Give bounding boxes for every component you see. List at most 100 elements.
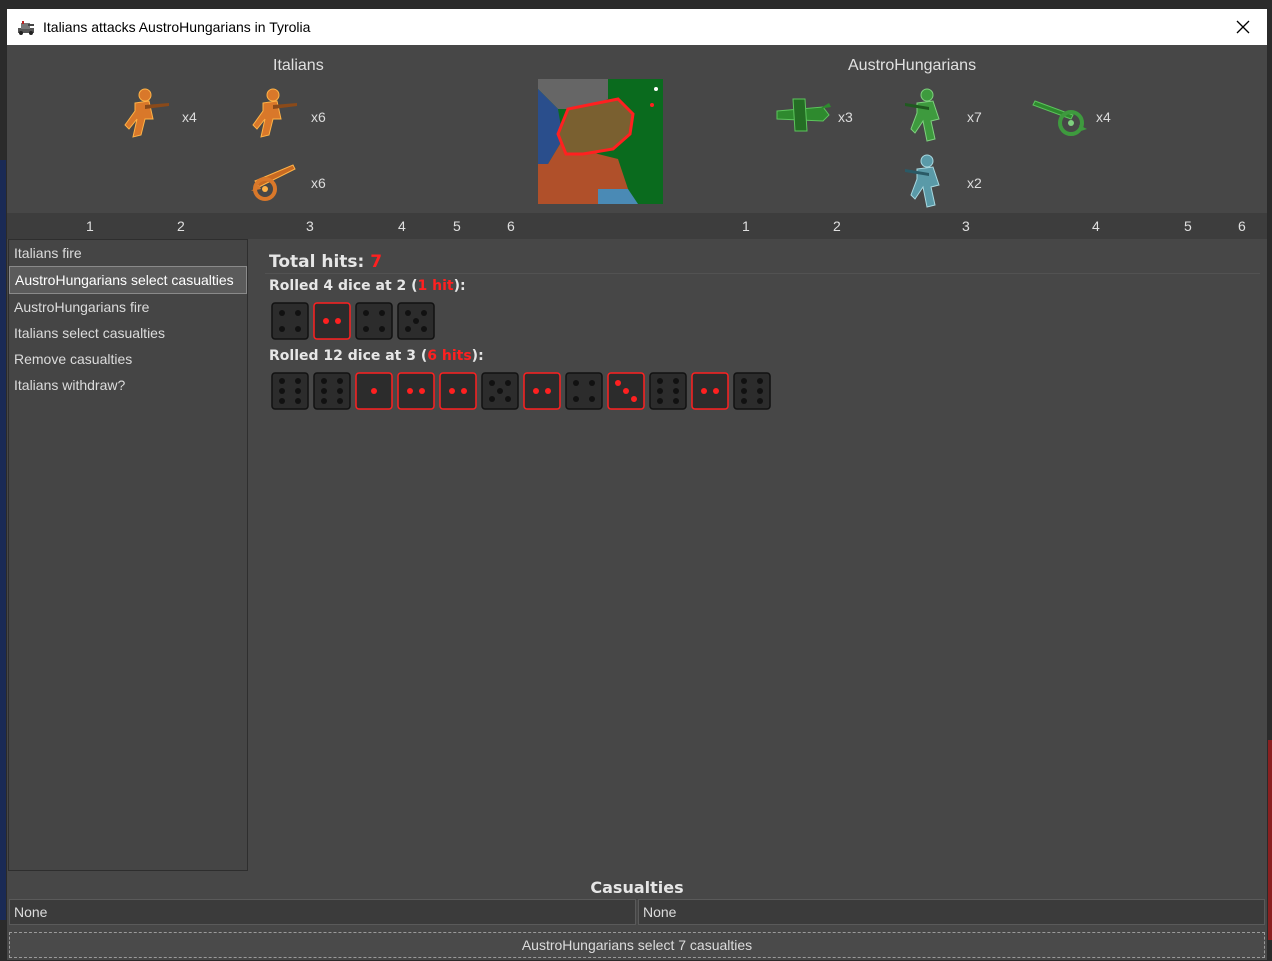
die-face xyxy=(355,302,393,340)
die-pip xyxy=(321,378,327,384)
total-hits-label: Total hits: xyxy=(269,252,371,272)
casualties-section: Casualties None None xyxy=(7,871,1267,931)
die-pip xyxy=(657,388,663,394)
die-pip xyxy=(757,378,763,384)
die-pip xyxy=(337,378,343,384)
die-pip xyxy=(371,388,377,394)
die-pip xyxy=(321,388,327,394)
die-face xyxy=(271,302,309,340)
unit-count: x7 xyxy=(967,109,982,125)
die-pip xyxy=(279,326,285,332)
unit-count: x6 xyxy=(311,175,326,191)
roll-summary-1: Rolled 4 dice at 2 (1 hit): xyxy=(269,278,466,294)
die[interactable] xyxy=(565,372,603,410)
die-pip xyxy=(497,388,503,394)
total-hits-value: 7 xyxy=(370,252,383,272)
battle-summary: Italians AustroHungarians x4 x6 x6 x3 x7… xyxy=(7,45,1267,213)
die-pip xyxy=(379,326,385,332)
die-pip xyxy=(279,388,285,394)
die-pip xyxy=(741,378,747,384)
die-pip xyxy=(741,398,747,404)
roll-hits: 6 hits xyxy=(427,348,472,364)
die-pip xyxy=(295,378,301,384)
die-pip xyxy=(505,396,511,402)
die-pip xyxy=(363,310,369,316)
die[interactable] xyxy=(313,372,351,410)
die-hit[interactable] xyxy=(523,372,561,410)
die-pip xyxy=(545,388,551,394)
die-hit[interactable] xyxy=(439,372,477,410)
die-hit[interactable] xyxy=(313,302,351,340)
defender-column-1: 1 xyxy=(742,218,750,234)
die-pip xyxy=(757,398,763,404)
die-pip xyxy=(701,388,707,394)
die-pip xyxy=(533,388,539,394)
die[interactable] xyxy=(397,302,435,340)
die-face xyxy=(271,372,309,410)
attacker-column-3: 3 xyxy=(306,218,314,234)
select-casualties-button[interactable]: AustroHungarians select 7 casualties xyxy=(9,932,1265,958)
die-pip xyxy=(589,380,595,386)
step-italians-fire[interactable]: Italians fire xyxy=(9,240,247,266)
die-pip xyxy=(295,326,301,332)
die-face xyxy=(523,372,561,410)
die-pip xyxy=(489,396,495,402)
step-remove-casualties[interactable]: Remove casualties xyxy=(9,346,247,372)
die-pip xyxy=(295,388,301,394)
die-pip xyxy=(335,318,341,324)
austro-elite-infantry-icon xyxy=(905,154,940,208)
die-pip xyxy=(757,388,763,394)
die[interactable] xyxy=(481,372,519,410)
step-italians-select-casualties[interactable]: Italians select casualties xyxy=(9,320,247,346)
die-pip xyxy=(589,396,595,402)
die-pip xyxy=(419,388,425,394)
unit-count: x3 xyxy=(838,109,853,125)
divider xyxy=(265,273,1260,274)
defender-name: AustroHungarians xyxy=(848,57,977,74)
battle-window: Italians attacks AustroHungarians in Tyr… xyxy=(6,8,1268,961)
italian-artillery-icon xyxy=(251,164,296,201)
die-pip xyxy=(573,396,579,402)
die-pip xyxy=(615,380,621,386)
step-austrohungarians-select-casualties[interactable]: AustroHungarians select casualties xyxy=(9,266,247,294)
die-pip xyxy=(321,398,327,404)
die-face xyxy=(733,372,771,410)
die-pip xyxy=(337,398,343,404)
dice-results-panel: Total hits: 7 Rolled 4 dice at 2 (1 hit)… xyxy=(255,241,1265,871)
unit-count: x4 xyxy=(1096,109,1111,125)
die[interactable] xyxy=(355,302,393,340)
casualties-title: Casualties xyxy=(590,878,684,897)
attacker-casualties: None xyxy=(9,899,636,925)
die-hit[interactable] xyxy=(355,372,393,410)
die-face xyxy=(565,372,603,410)
dice-group-2 xyxy=(271,372,771,410)
die-pip xyxy=(449,388,455,394)
attacker-name: Italians xyxy=(273,57,324,74)
step-italians-withdraw[interactable]: Italians withdraw? xyxy=(9,372,247,398)
unit-count: x2 xyxy=(967,175,982,191)
die-pip xyxy=(421,310,427,316)
defender-column-4: 4 xyxy=(1092,218,1100,234)
die-pip xyxy=(673,388,679,394)
austro-artillery-icon xyxy=(1032,100,1087,136)
step-austrohungarians-fire[interactable]: AustroHungarians fire xyxy=(9,294,247,320)
close-button[interactable] xyxy=(1225,9,1261,45)
die-pip xyxy=(713,388,719,394)
die[interactable] xyxy=(271,302,309,340)
die-hit[interactable] xyxy=(607,372,645,410)
die[interactable] xyxy=(271,372,309,410)
die-pip xyxy=(279,310,285,316)
die[interactable] xyxy=(649,372,687,410)
unit-count: x4 xyxy=(182,109,197,125)
roll-suffix: ): xyxy=(471,348,484,364)
die-pip xyxy=(379,310,385,316)
defender-casualties: None xyxy=(638,899,1265,925)
die-hit[interactable] xyxy=(397,372,435,410)
dice-columns: 1 2 3 4 5 6 1 2 3 4 5 6 xyxy=(7,213,1267,239)
defender-column-2: 2 xyxy=(833,218,841,234)
die[interactable] xyxy=(733,372,771,410)
die-hit[interactable] xyxy=(691,372,729,410)
die-pip xyxy=(279,378,285,384)
die-pip xyxy=(337,388,343,394)
title-bar: Italians attacks AustroHungarians in Tyr… xyxy=(7,9,1267,45)
